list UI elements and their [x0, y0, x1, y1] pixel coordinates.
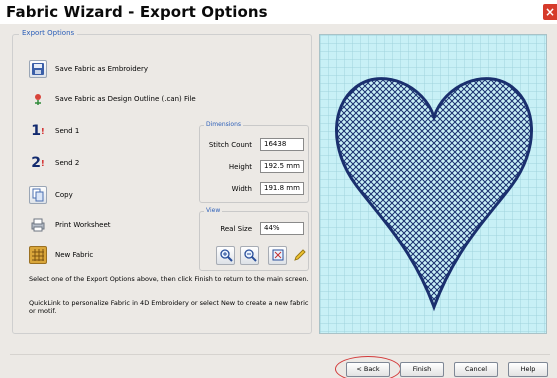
option-label: Print Worksheet [55, 221, 111, 229]
option-save-design-outline[interactable]: Save Fabric as Design Outline (.can) Fil… [29, 89, 196, 109]
stitch-count-value: 16438 [260, 138, 304, 151]
height-row: Height 192.5 mm [200, 160, 304, 173]
dimensions-group: Dimensions Stitch Count 16438 Height 192… [199, 121, 309, 203]
fit-view-icon [271, 248, 285, 264]
option-label: Send 2 [55, 159, 80, 167]
pencil-icon [293, 248, 307, 264]
width-row: Width 191.8 mm [200, 182, 304, 195]
option-print-worksheet[interactable]: Print Worksheet [29, 215, 111, 235]
height-value: 192.5 mm [260, 160, 304, 173]
new-fabric-icon [29, 246, 47, 264]
help-text-1: Select one of the Export Options above, … [29, 275, 309, 283]
send-2-icon: 2! [31, 155, 45, 171]
option-copy[interactable]: Copy [29, 185, 73, 205]
send-1-icon: 1! [31, 123, 45, 139]
width-label: Width [231, 184, 252, 193]
option-label: Copy [55, 191, 73, 199]
zoom-out-button[interactable] [240, 246, 259, 265]
help-button[interactable]: Help [508, 362, 548, 377]
option-new-fabric[interactable]: New Fabric [29, 245, 93, 265]
option-send-1[interactable]: 1! Send 1 [29, 121, 79, 141]
title-bar: Fabric Wizard - Export Options × [0, 0, 557, 24]
printer-icon [29, 216, 47, 234]
option-label: Save Fabric as Embroidery [55, 65, 148, 73]
export-options-title: Export Options [19, 29, 78, 37]
option-save-embroidery[interactable]: Save Fabric as Embroidery [29, 59, 148, 79]
width-value: 191.8 mm [260, 182, 304, 195]
design-outline-icon [29, 90, 47, 108]
view-title: View [204, 207, 223, 214]
zoom-out-icon [243, 248, 257, 264]
finish-button[interactable]: Finish [400, 362, 444, 377]
fit-view-button[interactable] [268, 246, 287, 265]
dimensions-title: Dimensions [204, 121, 244, 128]
heart-design [335, 77, 533, 312]
stitch-count-label: Stitch Count [208, 140, 252, 149]
footer-divider [10, 354, 550, 355]
option-label: Save Fabric as Design Outline (.can) Fil… [55, 95, 196, 103]
cancel-button[interactable]: Cancel [454, 362, 498, 377]
zoom-value-input[interactable]: 44% [260, 222, 304, 235]
stitch-count-row: Stitch Count 16438 [200, 138, 304, 151]
real-size-row: Real Size 44% [200, 222, 304, 235]
export-options-group: Export Options Save Fabric as Embroidery… [12, 29, 312, 334]
height-label: Height [228, 162, 252, 171]
option-send-2[interactable]: 2! Send 2 [29, 153, 79, 173]
option-label: New Fabric [55, 251, 94, 259]
fabric-preview [319, 34, 547, 334]
copy-icon [29, 186, 47, 204]
window-title: Fabric Wizard - Export Options [6, 3, 268, 21]
view-group: View Real Size 44% [199, 207, 309, 271]
dialog-body: Export Options Save Fabric as Embroidery… [0, 24, 557, 378]
floppy-disk-icon [29, 60, 47, 78]
zoom-in-button[interactable] [216, 246, 235, 265]
option-label: Send 1 [55, 127, 80, 135]
help-text-2: QuickLink to personalize Fabric in 4D Em… [29, 299, 309, 315]
close-button[interactable]: × [543, 4, 557, 20]
real-size-label: Real Size [220, 224, 252, 233]
pencil-button[interactable] [290, 246, 309, 265]
zoom-in-icon [219, 248, 233, 264]
back-button[interactable]: < Back [346, 362, 390, 377]
